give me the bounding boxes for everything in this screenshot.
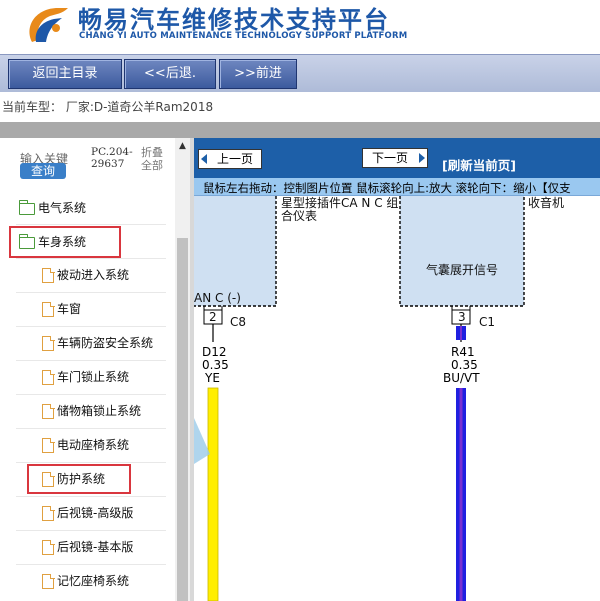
page-icon [42, 437, 55, 453]
scroll-thumb[interactable] [177, 238, 188, 601]
sidebar-item-mirrors-basic[interactable]: 后视镜-基本版 [42, 537, 133, 557]
connector-id: C8 [230, 315, 247, 329]
diagram-panel: 上一页 下一页 [刷新当前页] 鼠标左右拖动：控制图片位置 鼠标滚轮向上:放大 … [194, 138, 600, 601]
instrument-cluster-box [194, 196, 276, 306]
brand-subtitle: CHANG YI AUTO MAINTENANCE TECHNOLOGY SUP… [79, 31, 408, 41]
sidebar-item-door-locks[interactable]: 车门锁止系统 [42, 367, 129, 387]
back-button[interactable]: <<后退. [124, 59, 216, 89]
pc-code: PC.204-29637 [91, 146, 133, 170]
hint-text: 鼠标左右拖动：控制图片位置 鼠标滚轮向上:放大 滚轮向下：缩小【仅支 [203, 181, 571, 195]
divider [16, 564, 166, 565]
sidebar-item-power-seats[interactable]: 电动座椅系统 [42, 435, 129, 455]
divider [16, 360, 166, 361]
prev-page-button[interactable]: 上一页 [198, 149, 262, 169]
sidebar-item-label: 被动进入系统 [57, 268, 130, 282]
connector-id: C1 [479, 315, 496, 329]
divider [16, 394, 166, 395]
radio-label: 收音机 [528, 196, 565, 210]
divider [16, 462, 166, 463]
forward-button[interactable]: >>前进 [219, 59, 297, 89]
sidebar-item-passive-entry[interactable]: 被动进入系统 [42, 265, 129, 285]
sidebar-item-label: 电动座椅系统 [57, 438, 130, 452]
nav-bar: 返回主目录 <<后退. >>前进 [0, 54, 600, 92]
separator-band [0, 122, 600, 138]
sidebar-item-electrical[interactable]: 电气系统 [18, 198, 87, 218]
divider [16, 258, 166, 259]
arrow-right-icon [419, 153, 425, 163]
highlight-box [27, 464, 131, 494]
instrument-cluster-label: 星型接插件CA N C 组合仪表 [281, 196, 399, 223]
page-icon [42, 267, 55, 283]
sidebar-item-label: 后视镜-高级版 [57, 506, 134, 520]
yellow-wire [207, 387, 219, 601]
home-button[interactable]: 返回主目录 [8, 59, 122, 89]
page-icon [42, 301, 55, 317]
hint-bar: 鼠标左右拖动：控制图片位置 鼠标滚轮向上:放大 滚轮向下：缩小【仅支 [194, 178, 600, 196]
page-icon [42, 573, 55, 589]
sidebar-item-label: 记忆座椅系统 [57, 574, 130, 588]
current-vehicle: 当前车型： 厂家:D-道奇公羊Ram2018 [2, 100, 214, 114]
collapse-all-link[interactable]: 折叠全部 [141, 146, 167, 172]
sidebar-item-label: 车门锁止系统 [57, 370, 130, 384]
wire-color: BU/VT [443, 371, 480, 385]
sidebar-item-glovebox-lock[interactable]: 储物箱锁止系统 [42, 401, 141, 421]
vehicle-row: 当前车型： 厂家:D-道奇公羊Ram2018 [0, 92, 600, 122]
page-icon [42, 539, 55, 555]
airbag-signal-label: 气囊展开信号 [426, 263, 499, 277]
search-button[interactable]: 查询 [20, 163, 66, 179]
pin-number: 3 [458, 310, 466, 324]
wiring-diagram[interactable]: 星型接插件CA N C 组合仪表 AN C (-) 2 C8 D12 0.35 … [194, 196, 600, 601]
divider [16, 326, 166, 327]
scroll-up-icon[interactable]: ▲ [175, 138, 190, 154]
sidebar-item-memory-seats[interactable]: 记忆座椅系统 [42, 571, 129, 591]
diagram-toolbar: 上一页 下一页 [刷新当前页] [194, 138, 600, 178]
prev-page-label: 上一页 [216, 152, 253, 166]
sidebar-item-antitheft[interactable]: 车辆防盗安全系统 [42, 333, 153, 353]
pin-function-label: AN C (-) [194, 291, 241, 305]
page-icon [42, 403, 55, 419]
sidebar-item-windows[interactable]: 车窗 [42, 299, 81, 319]
divider [16, 292, 166, 293]
next-page-button[interactable]: 下一页 [362, 148, 428, 168]
sidebar-item-label: 后视镜-基本版 [57, 540, 134, 554]
sidebar: 输入关键 查询 PC.204-29637 折叠全部 电气系统 车身系统 被动进入… [0, 138, 190, 601]
pin-number: 2 [209, 310, 217, 324]
divider [16, 496, 166, 497]
refresh-link[interactable]: [刷新当前页] [442, 155, 516, 174]
page-icon [42, 335, 55, 351]
page-icon [42, 505, 55, 521]
sidebar-item-label: 电气系统 [38, 201, 87, 215]
next-page-label: 下一页 [371, 151, 408, 165]
sidebar-item-mirrors-premium[interactable]: 后视镜-高级版 [42, 503, 133, 523]
sidebar-item-label: 车辆防盗安全系统 [57, 336, 154, 350]
sidebar-item-label: 车窗 [57, 302, 82, 316]
header: 畅易汽车维修技术支持平台 CHANG YI AUTO MAINTENANCE T… [0, 0, 600, 54]
arrow-left-icon [201, 154, 207, 164]
wiring-diagram-svg [194, 196, 525, 601]
page-icon [42, 369, 55, 385]
radio-box [400, 196, 524, 306]
wire-color: YE [205, 371, 220, 385]
divider [16, 530, 166, 531]
divider [16, 224, 166, 225]
logo-icon [29, 8, 68, 42]
folder-icon [18, 199, 35, 215]
divider [16, 428, 166, 429]
highlight-box [9, 226, 121, 258]
brand-title: 畅易汽车维修技术支持平台 [78, 6, 390, 34]
sidebar-item-label: 储物箱锁止系统 [57, 404, 142, 418]
